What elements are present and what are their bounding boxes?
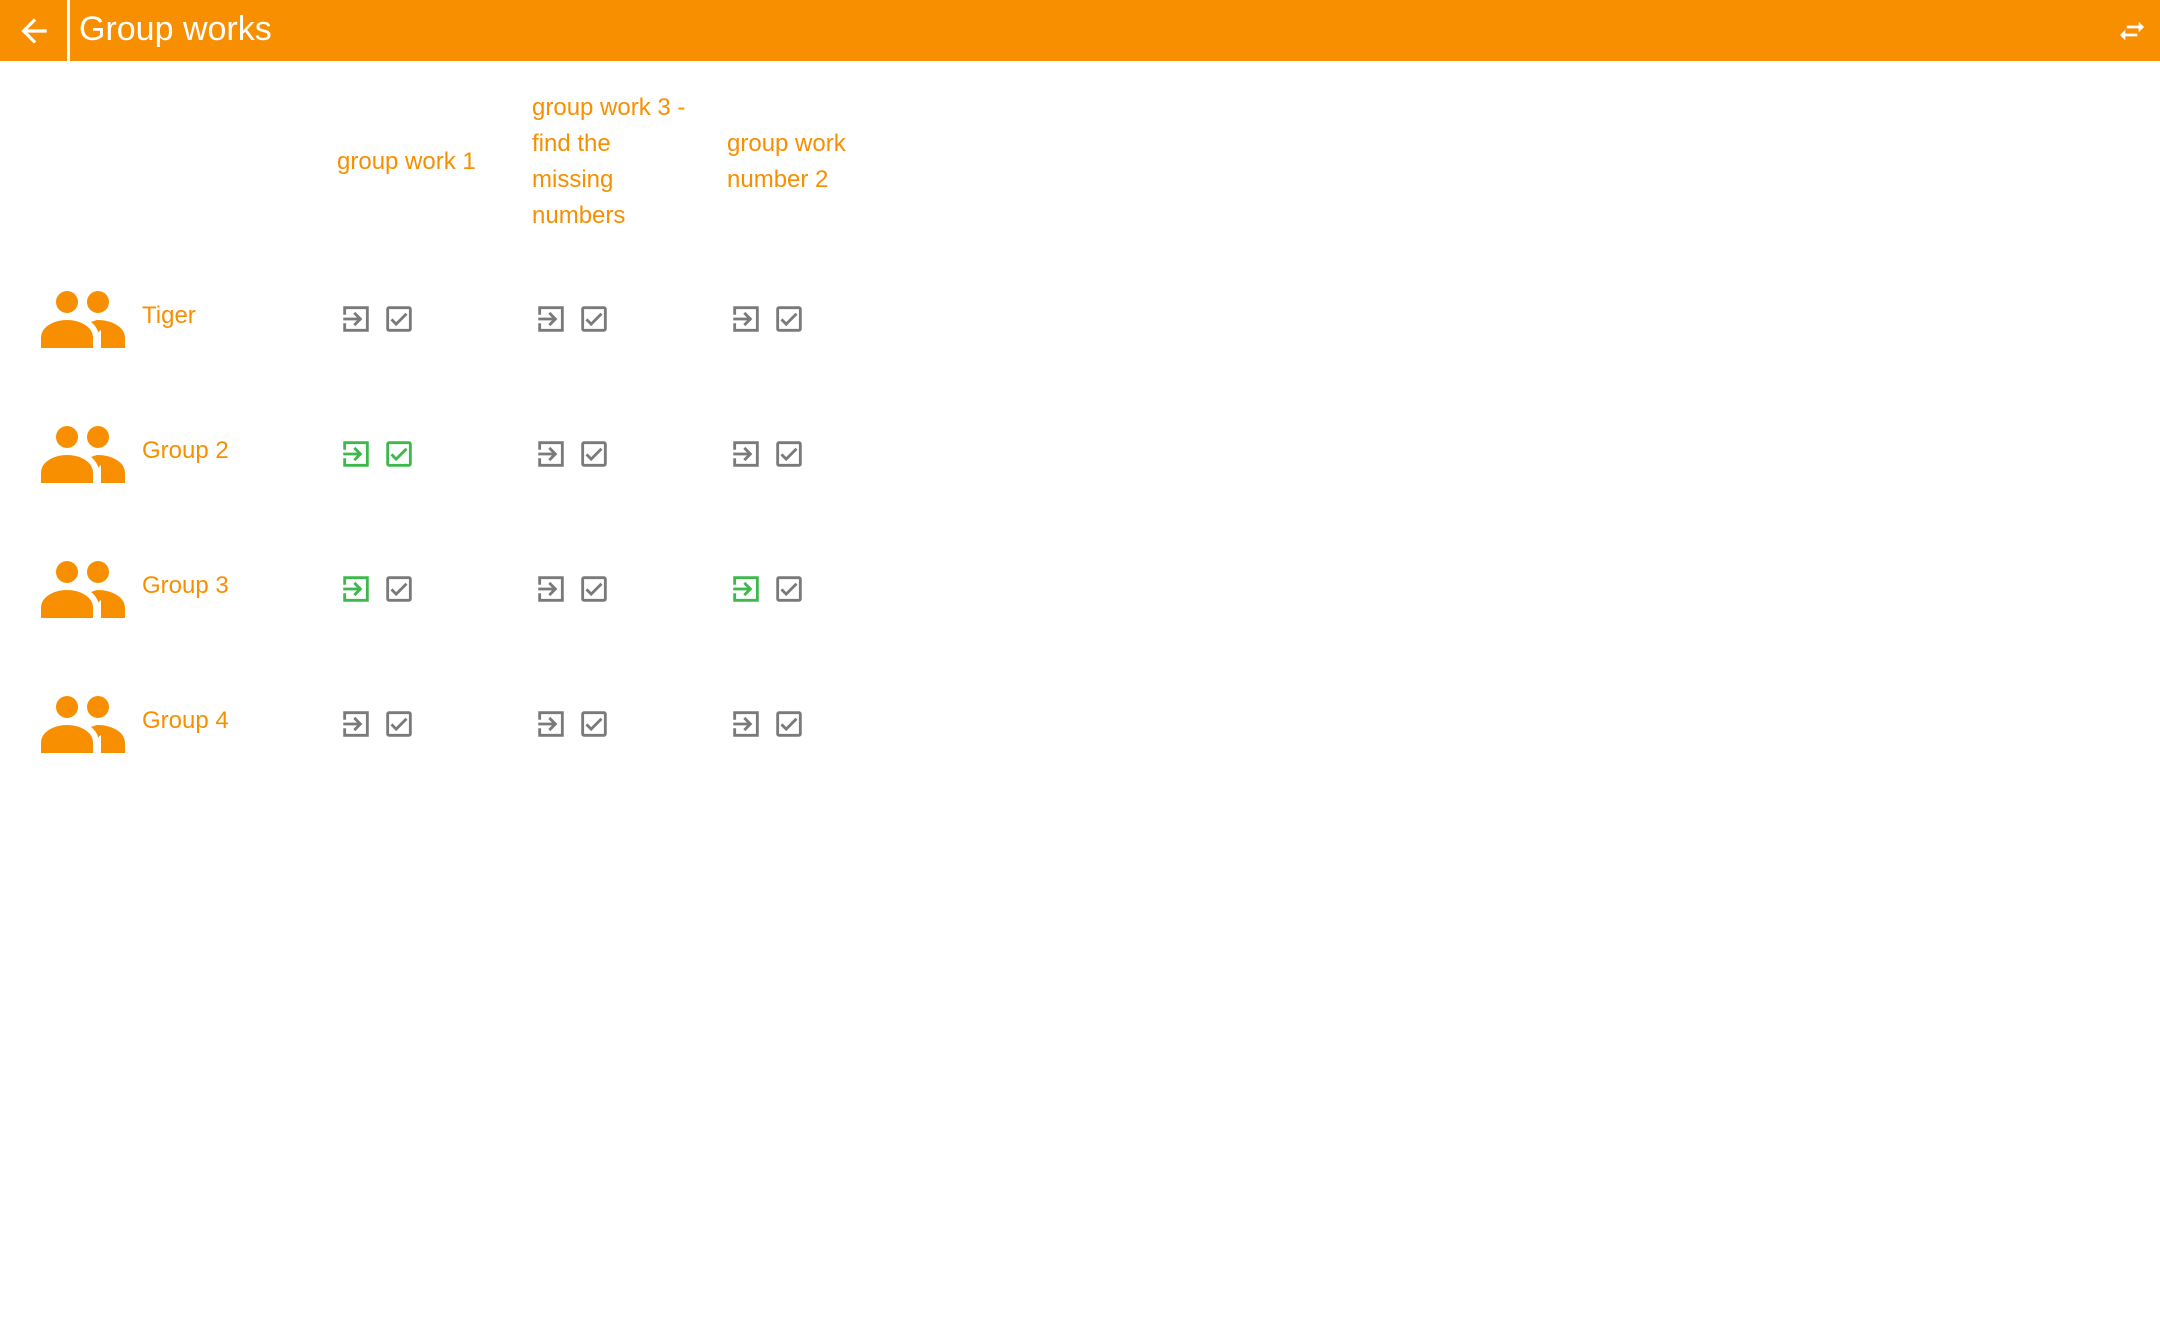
submit-icon[interactable] xyxy=(534,707,568,741)
check-box-icon[interactable] xyxy=(382,437,416,471)
submit-icon[interactable] xyxy=(534,572,568,606)
group-people-icon xyxy=(41,425,125,483)
check-box-icon[interactable] xyxy=(577,302,611,336)
group-people-icon xyxy=(41,695,125,753)
submit-icon[interactable] xyxy=(729,437,763,471)
check-box-icon[interactable] xyxy=(772,572,806,606)
group-row: Tiger xyxy=(0,276,900,356)
check-box-icon[interactable] xyxy=(772,437,806,471)
column-header-group-work-1: group work 1 xyxy=(337,144,507,180)
check-box-icon[interactable] xyxy=(382,707,416,741)
header-divider xyxy=(67,0,70,61)
group-name[interactable]: Group 3 xyxy=(142,572,229,600)
submit-icon[interactable] xyxy=(729,572,763,606)
group-row: Group 4 xyxy=(0,681,900,761)
group-people-icon xyxy=(41,560,125,618)
group-people-icon xyxy=(41,290,125,348)
back-button[interactable] xyxy=(0,0,67,61)
check-box-icon[interactable] xyxy=(772,302,806,336)
submit-icon[interactable] xyxy=(534,302,568,336)
submit-icon[interactable] xyxy=(339,302,373,336)
submit-icon[interactable] xyxy=(729,302,763,336)
check-box-icon[interactable] xyxy=(772,707,806,741)
submit-icon[interactable] xyxy=(729,707,763,741)
column-header-group-work-3: group work 3 - find the missing numbers xyxy=(532,90,702,234)
arrow-left-icon xyxy=(20,17,47,44)
group-name[interactable]: Group 2 xyxy=(142,437,229,465)
column-header-label: group work 3 - find the missing numbers xyxy=(532,94,686,229)
submit-icon[interactable] xyxy=(339,707,373,741)
group-name[interactable]: Group 4 xyxy=(142,707,229,735)
check-box-icon[interactable] xyxy=(382,302,416,336)
check-box-icon[interactable] xyxy=(577,437,611,471)
group-row: Group 3 xyxy=(0,546,900,626)
swap-arrows-icon xyxy=(2120,21,2144,41)
column-header-label: group work number 2 xyxy=(727,130,846,193)
check-box-icon[interactable] xyxy=(577,707,611,741)
submit-icon[interactable] xyxy=(534,437,568,471)
submit-icon[interactable] xyxy=(339,437,373,471)
submit-icon[interactable] xyxy=(339,572,373,606)
check-box-icon[interactable] xyxy=(382,572,416,606)
page-title: Group works xyxy=(79,10,272,48)
column-header-label: group work 1 xyxy=(337,148,476,175)
check-box-icon[interactable] xyxy=(577,572,611,606)
column-header-group-work-number-2: group work number 2 xyxy=(727,126,897,198)
app-header: Group works xyxy=(0,0,2160,61)
switch-view-button[interactable] xyxy=(2112,14,2152,48)
group-row: Group 2 xyxy=(0,411,900,491)
group-name[interactable]: Tiger xyxy=(142,302,196,330)
